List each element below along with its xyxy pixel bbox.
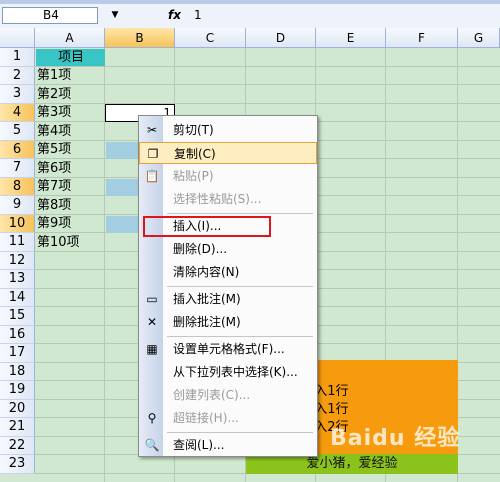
hyperlink-icon: ⚲ <box>147 411 157 425</box>
row-header-13[interactable]: 13 <box>0 270 35 289</box>
slogan-bar: 爱小猪，爱经验 <box>246 454 458 474</box>
fx-icon[interactable]: fx <box>168 8 181 22</box>
menu-item-cut[interactable]: ✂ 剪切(T) <box>139 119 317 141</box>
menu-item-label: 粘贴(P) <box>173 169 214 183</box>
menu-item-label: 复制(C) <box>174 147 216 161</box>
cell-a10[interactable]: 第9项 <box>36 215 105 232</box>
column-header-b[interactable]: B <box>105 28 175 48</box>
menu-item-delete[interactable]: 删除(D)... <box>139 238 317 260</box>
copy-icon: ❐ <box>147 147 159 161</box>
menu-separator <box>167 286 313 287</box>
cell-a4[interactable]: 第3项 <box>36 104 105 121</box>
menu-item-label: 删除批注(M) <box>173 315 241 329</box>
row-header-17[interactable]: 17 <box>0 344 35 363</box>
row-header-21[interactable]: 21 <box>0 418 35 437</box>
cell-shade-b6 <box>106 142 138 159</box>
menu-item-pick-from-list[interactable]: 从下拉列表中选择(K)... <box>139 361 317 383</box>
row-header-8[interactable]: 8 <box>0 177 35 196</box>
cell-a3[interactable]: 第2项 <box>36 86 105 103</box>
cell-a6[interactable]: 第5项 <box>36 141 105 158</box>
row-header-14[interactable]: 14 <box>0 288 35 307</box>
scissors-icon: ✂ <box>146 123 158 137</box>
header-cell-a1[interactable]: 项目 <box>36 48 105 66</box>
column-header-d[interactable]: D <box>246 28 316 48</box>
cell-shade-b8 <box>106 179 138 196</box>
cell-a5[interactable]: 第4项 <box>36 123 105 140</box>
row-header-5[interactable]: 5 <box>0 122 35 141</box>
name-box[interactable]: B4 <box>2 7 98 24</box>
row-header-1[interactable]: 1 <box>0 48 35 67</box>
format-cells-icon: ▦ <box>146 342 158 356</box>
baidu-watermark: Baidu 经验 <box>330 426 461 451</box>
formula-input[interactable]: 1 <box>194 8 202 22</box>
select-all-corner[interactable] <box>0 28 35 48</box>
row-header-10[interactable]: 10 <box>0 214 35 233</box>
row-header-19[interactable]: 19 <box>0 381 35 400</box>
menu-item-label: 创建列表(C)... <box>173 388 251 402</box>
menu-item-format-cells[interactable]: ▦ 设置单元格格式(F)... <box>139 338 317 360</box>
row-header-6[interactable]: 6 <box>0 140 35 159</box>
menu-item-delete-comment[interactable]: ✕ 删除批注(M) <box>139 311 317 333</box>
context-menu: ✂ 剪切(T) ❐ 复制(C) 📋 粘贴(P) 选择性粘贴(S)... 插入(I)... 删除(… <box>138 115 318 457</box>
menu-item-hyperlink[interactable]: ⚲ 超链接(H)... <box>139 407 317 429</box>
slogan-text: 爱小猪，爱经验 <box>306 456 398 471</box>
menu-item-label: 从下拉列表中选择(K)... <box>173 365 298 379</box>
row-header-9[interactable]: 9 <box>0 196 35 215</box>
cell-shade-b10 <box>106 216 138 233</box>
menu-item-label: 选择性粘贴(S)... <box>173 192 262 206</box>
menu-item-label: 设置单元格格式(F)... <box>173 342 285 356</box>
menu-item-label: 清除内容(N) <box>173 265 240 279</box>
cell-a8[interactable]: 第7项 <box>36 178 105 195</box>
menu-separator <box>167 213 313 214</box>
row-header-3[interactable]: 3 <box>0 85 35 104</box>
column-header-c[interactable]: C <box>175 28 246 48</box>
menu-item-insert-comment[interactable]: ▭ 插入批注(M) <box>139 288 317 310</box>
highlight-box <box>143 216 271 237</box>
row-header-11[interactable]: 11 <box>0 233 35 252</box>
insert-comment-icon: ▭ <box>146 292 158 306</box>
menu-item-paste-special[interactable]: 选择性粘贴(S)... <box>139 188 317 210</box>
cell-a9[interactable]: 第8项 <box>36 197 105 214</box>
row-header-23[interactable]: 23 <box>0 455 35 474</box>
menu-item-clear-contents[interactable]: 清除内容(N) <box>139 261 317 283</box>
row-header-20[interactable]: 20 <box>0 399 35 418</box>
row-header-2[interactable]: 2 <box>0 66 35 85</box>
row-header-22[interactable]: 22 <box>0 436 35 455</box>
row-header-18[interactable]: 18 <box>0 362 35 381</box>
menu-item-label: 查阅(L)... <box>173 438 225 452</box>
column-header-f[interactable]: F <box>386 28 458 48</box>
chevron-down-icon[interactable]: ▼ <box>100 7 130 24</box>
menu-item-label: 删除(D)... <box>173 242 228 256</box>
cell-a2[interactable]: 第1项 <box>36 67 105 84</box>
paste-icon: 📋 <box>144 169 160 183</box>
menu-separator <box>167 432 313 433</box>
column-header-a[interactable]: A <box>35 28 105 48</box>
row-header-12[interactable]: 12 <box>0 251 35 270</box>
cell-a11[interactable]: 第10项 <box>36 234 105 251</box>
menu-item-label: 剪切(T) <box>173 123 214 137</box>
menu-item-paste[interactable]: 📋 粘贴(P) <box>139 165 317 187</box>
row-header-7[interactable]: 7 <box>0 159 35 178</box>
formula-bar: B4 ▼ fx 1 <box>0 4 500 29</box>
research-icon: 🔍 <box>144 438 160 452</box>
column-header-g[interactable]: G <box>458 28 500 48</box>
delete-comment-icon: ✕ <box>146 315 158 329</box>
row-header-4[interactable]: 4 <box>0 103 35 122</box>
menu-item-create-list[interactable]: 创建列表(C)... <box>139 384 317 406</box>
row-header-16[interactable]: 16 <box>0 325 35 344</box>
menu-item-copy[interactable]: ❐ 复制(C) <box>139 142 317 164</box>
column-header-e[interactable]: E <box>316 28 386 48</box>
menu-item-label: 插入批注(M) <box>173 292 241 306</box>
menu-item-lookup[interactable]: 🔍 查阅(L)... <box>139 434 317 456</box>
menu-item-label: 超链接(H)... <box>173 411 239 425</box>
cell-a7[interactable]: 第6项 <box>36 160 105 177</box>
menu-separator <box>167 336 313 337</box>
row-header-15[interactable]: 15 <box>0 307 35 326</box>
